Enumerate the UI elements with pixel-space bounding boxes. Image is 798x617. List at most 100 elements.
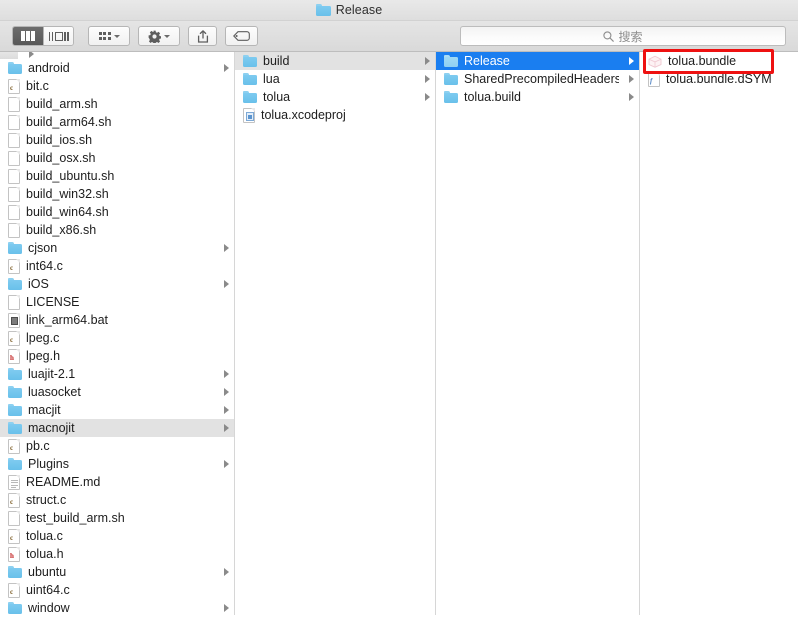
- list-item[interactable]: h tolua.h: [0, 545, 234, 563]
- folder-icon: [444, 55, 458, 67]
- disclosure-arrow-icon[interactable]: [224, 604, 229, 612]
- list-item-label: luajit-2.1: [28, 367, 76, 381]
- list-item[interactable]: Plugins: [0, 455, 234, 473]
- list-item[interactable]: SharedPrecompiledHeaders: [436, 70, 639, 88]
- disclosure-arrow-icon[interactable]: [425, 57, 430, 65]
- c-source-file-icon: c: [8, 330, 20, 346]
- disclosure-arrow-icon[interactable]: [224, 370, 229, 378]
- view-columns-button[interactable]: [13, 27, 43, 45]
- list-item[interactable]: tolua.bundle: [640, 52, 798, 70]
- list-item[interactable]: c bit.c: [0, 77, 234, 95]
- list-item[interactable]: build_ios.sh: [0, 131, 234, 149]
- list-item[interactable]: README.md: [0, 473, 234, 491]
- grid-icon: [98, 32, 111, 40]
- xcodeproj-icon: [243, 107, 255, 123]
- disclosure-arrow-icon[interactable]: [224, 406, 229, 414]
- finder-window: Release 搜索 android c bit.c build_arm.sh …: [0, 0, 798, 617]
- list-item[interactable]: macjit: [0, 401, 234, 419]
- view-mode-segmented-control[interactable]: [12, 26, 74, 46]
- list-item[interactable]: LICENSE: [0, 293, 234, 311]
- list-item[interactable]: build_arm.sh: [0, 95, 234, 113]
- disclosure-arrow-icon[interactable]: [224, 460, 229, 468]
- list-item[interactable]: tolua.xcodeproj: [235, 106, 435, 124]
- list-item[interactable]: macnojit: [0, 419, 234, 437]
- list-item[interactable]: Release: [436, 52, 639, 70]
- list-item[interactable]: h lpeg.h: [0, 347, 234, 365]
- plain-file-icon: [8, 96, 20, 112]
- list-item[interactable]: c int64.c: [0, 257, 234, 275]
- list-item-label: window: [28, 601, 70, 615]
- disclosure-arrow-icon[interactable]: [224, 424, 229, 432]
- browser-column-1[interactable]: android c bit.c build_arm.sh build_arm64.sh b…: [0, 52, 235, 617]
- list-item[interactable]: c pb.c: [0, 437, 234, 455]
- list-item[interactable]: luasocket: [0, 383, 234, 401]
- plain-file-icon: [8, 114, 20, 130]
- folder-icon: [444, 91, 458, 103]
- browser-column-2[interactable]: build lua tolua tolua.xcodeproj: [235, 52, 436, 617]
- disclosure-arrow-icon[interactable]: [629, 93, 634, 101]
- list-item[interactable]: build_ubuntu.sh: [0, 167, 234, 185]
- plain-file-icon: [8, 294, 20, 310]
- folder-icon: [243, 91, 257, 103]
- list-item[interactable]: c uint64.c: [0, 581, 234, 599]
- list-item-label: tolua.c: [26, 529, 63, 543]
- disclosure-arrow-icon[interactable]: [224, 280, 229, 288]
- list-item[interactable]: test_build_arm.sh: [0, 509, 234, 527]
- list-item[interactable]: c tolua.c: [0, 527, 234, 545]
- list-item[interactable]: link_arm64.bat: [0, 311, 234, 329]
- list-item-label: uint64.c: [26, 583, 70, 597]
- disclosure-arrow-icon[interactable]: [224, 388, 229, 396]
- tags-button[interactable]: [225, 26, 258, 46]
- list-item-label: tolua: [263, 90, 291, 104]
- disclosure-arrow-icon[interactable]: [425, 93, 430, 101]
- list-item[interactable]: build_x86.sh: [0, 221, 234, 239]
- list-item-label: tolua.xcodeproj: [261, 108, 346, 122]
- disclosure-arrow-icon[interactable]: [224, 568, 229, 576]
- folder-icon: [444, 73, 458, 85]
- list-item-label: SharedPrecompiledHeaders: [464, 72, 619, 86]
- plain-file-icon: [8, 150, 20, 166]
- list-item-label: tolua.bundle: [668, 54, 737, 68]
- list-item-label: link_arm64.bat: [26, 313, 108, 327]
- list-item[interactable]: build_arm64.sh: [0, 113, 234, 131]
- list-item[interactable]: ubuntu: [0, 563, 234, 581]
- plain-file-icon: [8, 222, 20, 238]
- action-menu-button[interactable]: [138, 26, 180, 46]
- list-item[interactable]: build_win32.sh: [0, 185, 234, 203]
- browser-column-3[interactable]: Release SharedPrecompiledHeaders tolua.bui…: [436, 52, 640, 617]
- list-item[interactable]: iOS: [0, 275, 234, 293]
- gallery-icon: [48, 31, 69, 41]
- window-title-group: Release: [315, 3, 383, 17]
- c-source-file-icon: c: [8, 258, 20, 274]
- search-input[interactable]: 搜索: [460, 26, 786, 46]
- list-item[interactable]: tolua.build: [436, 88, 639, 106]
- share-button[interactable]: [188, 26, 217, 46]
- list-item[interactable]: c struct.c: [0, 491, 234, 509]
- disclosure-arrow-icon[interactable]: [629, 57, 634, 65]
- disclosure-arrow-icon[interactable]: [224, 64, 229, 72]
- arrange-button[interactable]: [88, 26, 130, 46]
- columns-icon: [21, 31, 35, 41]
- list-item[interactable]: build_win64.sh: [0, 203, 234, 221]
- disclosure-arrow-icon: [29, 52, 34, 58]
- list-item-partial[interactable]: [0, 52, 234, 59]
- disclosure-arrow-icon[interactable]: [224, 244, 229, 252]
- view-gallery-button[interactable]: [43, 27, 73, 45]
- list-item[interactable]: build_osx.sh: [0, 149, 234, 167]
- list-item[interactable]: luajit-2.1: [0, 365, 234, 383]
- list-item[interactable]: cjson: [0, 239, 234, 257]
- list-item[interactable]: android: [0, 59, 234, 77]
- list-item[interactable]: c lpeg.c: [0, 329, 234, 347]
- disclosure-arrow-icon[interactable]: [629, 75, 634, 83]
- list-item[interactable]: tolua: [235, 88, 435, 106]
- disclosure-arrow-icon[interactable]: [425, 75, 430, 83]
- list-item[interactable]: f tolua.bundle.dSYM: [640, 70, 798, 88]
- list-item[interactable]: lua: [235, 70, 435, 88]
- browser-column-4[interactable]: tolua.bundle f tolua.bundle.dSYM: [640, 52, 798, 617]
- bat-file-icon: [8, 312, 20, 328]
- list-item[interactable]: build: [235, 52, 435, 70]
- list-item-label: build_osx.sh: [26, 151, 96, 165]
- folder-icon: [315, 4, 331, 16]
- list-item-label: lpeg.c: [26, 331, 60, 345]
- folder-icon: [8, 566, 22, 578]
